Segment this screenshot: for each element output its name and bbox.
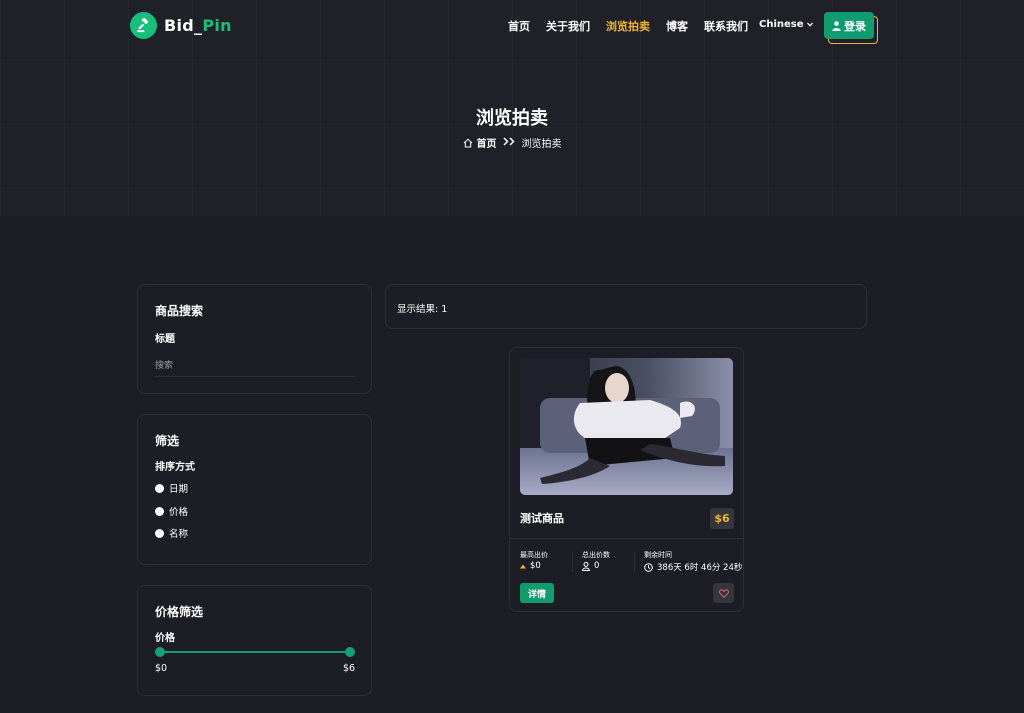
sort-option-price[interactable]: 价格 bbox=[155, 504, 188, 518]
price-max-value: $6 bbox=[343, 663, 356, 674]
chevron-down-icon bbox=[806, 19, 813, 30]
price-slider-max-handle[interactable] bbox=[345, 647, 355, 657]
nav-blog[interactable]: 博客 bbox=[666, 18, 688, 34]
highest-bid-value: $0 bbox=[530, 561, 541, 571]
radio-icon[interactable] bbox=[155, 483, 164, 493]
nav-contact[interactable]: 联系我们 bbox=[704, 18, 748, 34]
product-name[interactable]: 测试商品 bbox=[520, 510, 564, 526]
login-button-wrap: 登录 bbox=[824, 12, 878, 44]
sort-option-label: 价格 bbox=[169, 507, 189, 518]
favorite-button[interactable] bbox=[713, 583, 734, 603]
bid-count-value: 0 bbox=[594, 561, 600, 571]
results-count: 显示结果: 1 bbox=[397, 304, 448, 315]
time-left-label: 剩余时间 bbox=[644, 551, 672, 559]
heart-icon bbox=[718, 588, 729, 598]
page-header: Bid_Pin 首页 关于我们 浏览拍卖 博客 联系我们 Chinese 登录 … bbox=[0, 0, 1024, 216]
user-icon bbox=[832, 20, 841, 31]
breadcrumb-current: 浏览拍卖 bbox=[521, 139, 562, 150]
sort-option-date[interactable]: 日期 bbox=[155, 481, 188, 495]
sort-label: 排序方式 bbox=[155, 462, 195, 473]
login-button[interactable]: 登录 bbox=[824, 12, 874, 39]
radio-icon[interactable] bbox=[155, 506, 164, 516]
bid-count-wrap: 0 bbox=[582, 561, 599, 571]
sort-option-name[interactable]: 名称 bbox=[155, 526, 188, 540]
brand-name: Bid_Pin bbox=[164, 16, 232, 35]
login-label: 登录 bbox=[844, 19, 866, 33]
home-icon bbox=[463, 138, 472, 147]
page-title: 浏览拍卖 bbox=[476, 108, 548, 129]
price-slider-track[interactable] bbox=[160, 651, 351, 653]
brand-logo[interactable]: Bid_Pin bbox=[130, 12, 232, 39]
details-button[interactable]: 详情 bbox=[520, 583, 554, 603]
breadcrumb-home[interactable]: 首页 bbox=[463, 135, 497, 150]
time-left-value: 386天 6时 46分 24秒 bbox=[657, 563, 743, 573]
price-slider-min-handle[interactable] bbox=[155, 647, 165, 657]
price-panel-title: 价格筛选 bbox=[155, 605, 204, 619]
highest-bid-label: 最高出价 bbox=[520, 551, 548, 559]
product-card: 测试商品 $6 最高出价 $0 总出价数 0 剩余时间 386天 6时 46分 … bbox=[509, 347, 744, 612]
radio-icon[interactable] bbox=[155, 528, 164, 538]
language-selector[interactable]: Chinese bbox=[759, 19, 813, 30]
user-icon bbox=[582, 561, 590, 571]
price-filter-panel: 价格筛选 价格 $0 $6 bbox=[137, 585, 372, 696]
brand-name-part2: Pin bbox=[202, 16, 232, 35]
filter-panel: 筛选 排序方式 日期 价格 名称 bbox=[137, 414, 372, 565]
arrow-up-icon bbox=[520, 564, 526, 568]
results-bar: 显示结果: 1 bbox=[385, 284, 867, 329]
product-image[interactable] bbox=[520, 358, 733, 495]
stat-separator bbox=[572, 552, 573, 572]
time-left-wrap: 386天 6时 46分 24秒 bbox=[644, 561, 742, 573]
stat-separator bbox=[634, 552, 635, 572]
card-divider bbox=[510, 538, 743, 539]
nav-browse-auctions[interactable]: 浏览拍卖 bbox=[606, 18, 650, 34]
search-input[interactable] bbox=[155, 355, 355, 377]
clock-icon bbox=[644, 562, 653, 572]
breadcrumb-home-label: 首页 bbox=[476, 139, 497, 150]
highest-bid-value-wrap: $0 bbox=[520, 561, 541, 571]
search-field-label: 标题 bbox=[155, 334, 175, 345]
sort-option-label: 日期 bbox=[169, 484, 189, 495]
sort-option-label: 名称 bbox=[169, 529, 189, 540]
nav-home[interactable]: 首页 bbox=[508, 18, 530, 34]
filter-panel-title: 筛选 bbox=[155, 434, 180, 448]
product-price-badge: $6 bbox=[710, 508, 734, 529]
nav-about[interactable]: 关于我们 bbox=[546, 18, 590, 34]
price-min-value: $0 bbox=[155, 663, 168, 674]
gavel-icon bbox=[130, 12, 157, 39]
language-label: Chinese bbox=[759, 19, 804, 30]
brand-name-part1: Bid_ bbox=[164, 16, 203, 35]
search-panel-title: 商品搜索 bbox=[155, 304, 204, 318]
breadcrumb: 首页 浏览拍卖 bbox=[0, 135, 1024, 150]
price-label: 价格 bbox=[155, 633, 175, 644]
search-panel: 商品搜索 标题 bbox=[137, 284, 372, 394]
main-nav: 首页 关于我们 浏览拍卖 博客 联系我们 bbox=[500, 18, 756, 34]
bid-count-label: 总出价数 bbox=[582, 551, 610, 559]
breadcrumb-separator-icon bbox=[502, 136, 516, 149]
